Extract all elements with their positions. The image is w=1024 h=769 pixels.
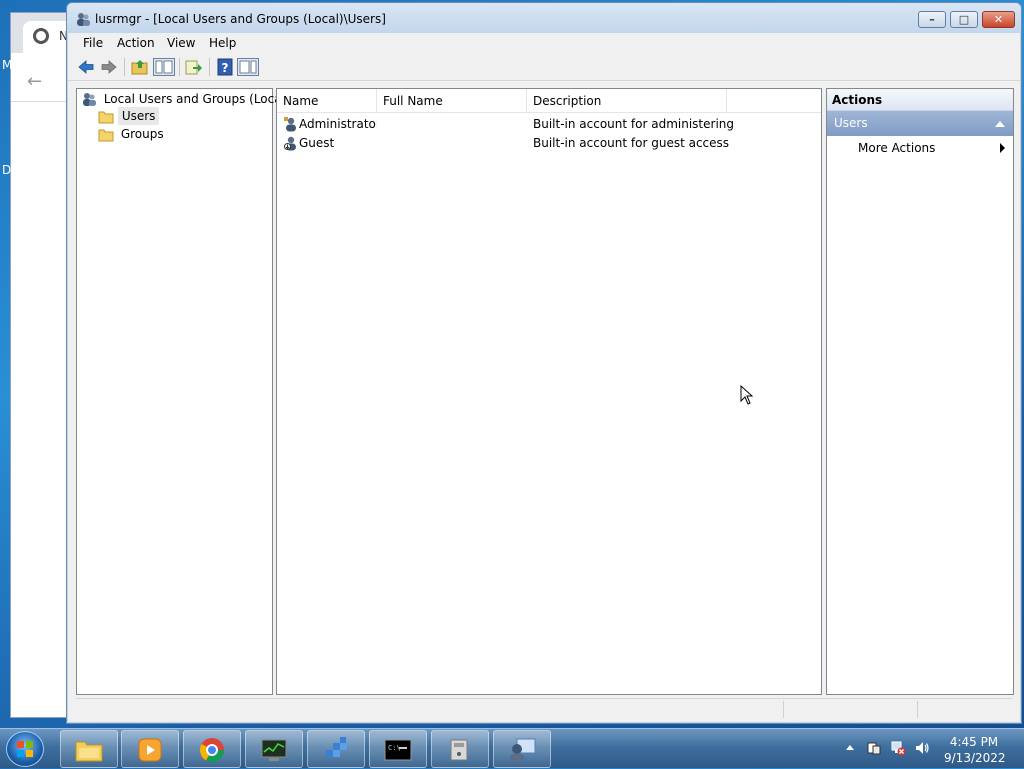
media-player-icon: [138, 738, 162, 762]
show-hide-action-pane-icon[interactable]: [237, 58, 259, 76]
browser-back-icon[interactable]: ←: [27, 71, 42, 92]
tree-item-groups[interactable]: Groups: [98, 127, 167, 144]
lusrmgr-window: lusrmgr - [Local Users and Groups (Local…: [66, 2, 1022, 724]
minimize-icon: –: [929, 13, 935, 26]
taskbar-users-management[interactable]: [493, 730, 551, 768]
desktop-label: D: [2, 163, 12, 177]
action-center-icon[interactable]: [866, 740, 882, 756]
disabled-user-icon: [284, 136, 296, 151]
taskbar-system-drive[interactable]: [431, 730, 489, 768]
more-actions-label: More Actions: [858, 141, 936, 155]
taskbar-media-player[interactable]: [121, 730, 179, 768]
actions-title: Actions: [827, 89, 1013, 111]
show-hide-tree-icon[interactable]: [153, 58, 175, 76]
console-tree: Local Users and Groups (Local) Users Gro…: [76, 88, 290, 695]
column-header-full-name[interactable]: Full Name: [377, 89, 527, 113]
toolbar: ?: [68, 53, 1020, 81]
svg-text:?: ?: [222, 61, 229, 75]
up-folder-icon[interactable]: [131, 58, 149, 76]
volume-icon[interactable]: [914, 740, 930, 756]
tree-root[interactable]: Local Users and Groups (Local): [81, 91, 293, 108]
users-management-icon: [510, 738, 536, 762]
actions-section-users[interactable]: Users: [827, 111, 1013, 136]
forward-icon[interactable]: [100, 58, 118, 76]
windows-logo-icon: [17, 741, 33, 757]
task-manager-icon: [261, 739, 287, 761]
desktop-label: M: [2, 58, 13, 72]
table-row[interactable]: Guest Built-in account for guest access …: [277, 134, 821, 153]
taskbar-registry-editor[interactable]: [307, 730, 365, 768]
menu-view[interactable]: View: [167, 36, 195, 50]
taskbar-explorer[interactable]: [60, 730, 118, 768]
collapse-icon[interactable]: [995, 121, 1005, 127]
svg-text:C:\: C:\: [388, 744, 401, 752]
user-name: Guest: [299, 136, 335, 150]
actions-pane: Actions Users More Actions: [826, 88, 1014, 695]
taskbar: C:\ 4:45 PM 9/13/2022: [0, 728, 1024, 768]
export-list-icon[interactable]: [185, 58, 203, 76]
column-header-name[interactable]: Name: [277, 89, 377, 113]
help-icon[interactable]: ?: [216, 58, 234, 76]
toolbar-separator: [124, 58, 125, 76]
users-groups-icon: [83, 93, 96, 106]
column-header-description[interactable]: Description: [527, 89, 727, 113]
minimize-button[interactable]: –: [918, 11, 946, 28]
taskbar-chrome[interactable]: [183, 730, 241, 768]
registry-editor-icon: [326, 737, 347, 757]
toolbar-separator: [209, 58, 210, 76]
taskbar-task-manager[interactable]: [245, 730, 303, 768]
taskbar-command-prompt[interactable]: C:\: [369, 730, 427, 768]
menu-file[interactable]: File: [83, 36, 103, 50]
folder-icon: [98, 111, 114, 123]
clock-date: 9/13/2022: [944, 751, 1006, 765]
actions-section-label: Users: [834, 116, 868, 130]
maximize-icon: □: [958, 13, 970, 26]
more-actions-item[interactable]: More Actions: [827, 137, 1013, 159]
mouse-cursor-icon: [740, 385, 754, 405]
file-explorer-icon: [75, 741, 103, 762]
tree-item-label: Users: [117, 107, 160, 125]
menu-help[interactable]: Help: [209, 36, 236, 50]
admin-user-icon: [284, 117, 296, 132]
menu-action[interactable]: Action: [117, 36, 155, 50]
title-bar[interactable]: lusrmgr - [Local Users and Groups (Local…: [67, 3, 1021, 33]
list-header: Name Full Name Description: [277, 89, 821, 113]
tree-root-label: Local Users and Groups (Local): [103, 91, 290, 106]
taskbar-clock[interactable]: 4:45 PM 9/13/2022: [944, 734, 1006, 766]
system-drive-icon: [450, 739, 468, 761]
clock-time: 4:45 PM: [949, 735, 999, 749]
close-button[interactable]: ✕: [982, 11, 1015, 28]
close-icon: ✕: [993, 13, 1004, 26]
status-separator: [783, 701, 784, 718]
client-area: Local Users and Groups (Local) Users Gro…: [68, 81, 1020, 722]
tree-item-label: Groups: [120, 127, 164, 141]
chrome-tab-icon: [33, 28, 49, 44]
user-name: Administrator: [299, 117, 377, 131]
network-disconnected-icon[interactable]: [890, 740, 906, 756]
command-prompt-icon: C:\: [384, 739, 412, 761]
tree-item-users[interactable]: Users: [98, 107, 160, 126]
show-hidden-icons-icon[interactable]: [846, 745, 854, 750]
user-description: Built-in account for guest access t...: [533, 136, 733, 150]
back-icon[interactable]: [77, 58, 95, 76]
menu-bar: File Action View Help: [68, 33, 1020, 53]
status-bar: [76, 698, 1012, 719]
submenu-arrow-icon: [1000, 143, 1005, 153]
maximize-button[interactable]: □: [950, 11, 978, 28]
window-title: lusrmgr - [Local Users and Groups (Local…: [95, 12, 386, 26]
start-button[interactable]: [6, 731, 44, 767]
table-row[interactable]: Administrator Built-in account for admin…: [277, 115, 821, 134]
user-description: Built-in account for administering...: [533, 117, 733, 131]
toolbar-separator: [179, 58, 180, 76]
chrome-icon: [199, 738, 224, 763]
folder-icon: [98, 129, 114, 141]
status-separator: [917, 701, 918, 718]
users-groups-icon: [77, 13, 90, 26]
